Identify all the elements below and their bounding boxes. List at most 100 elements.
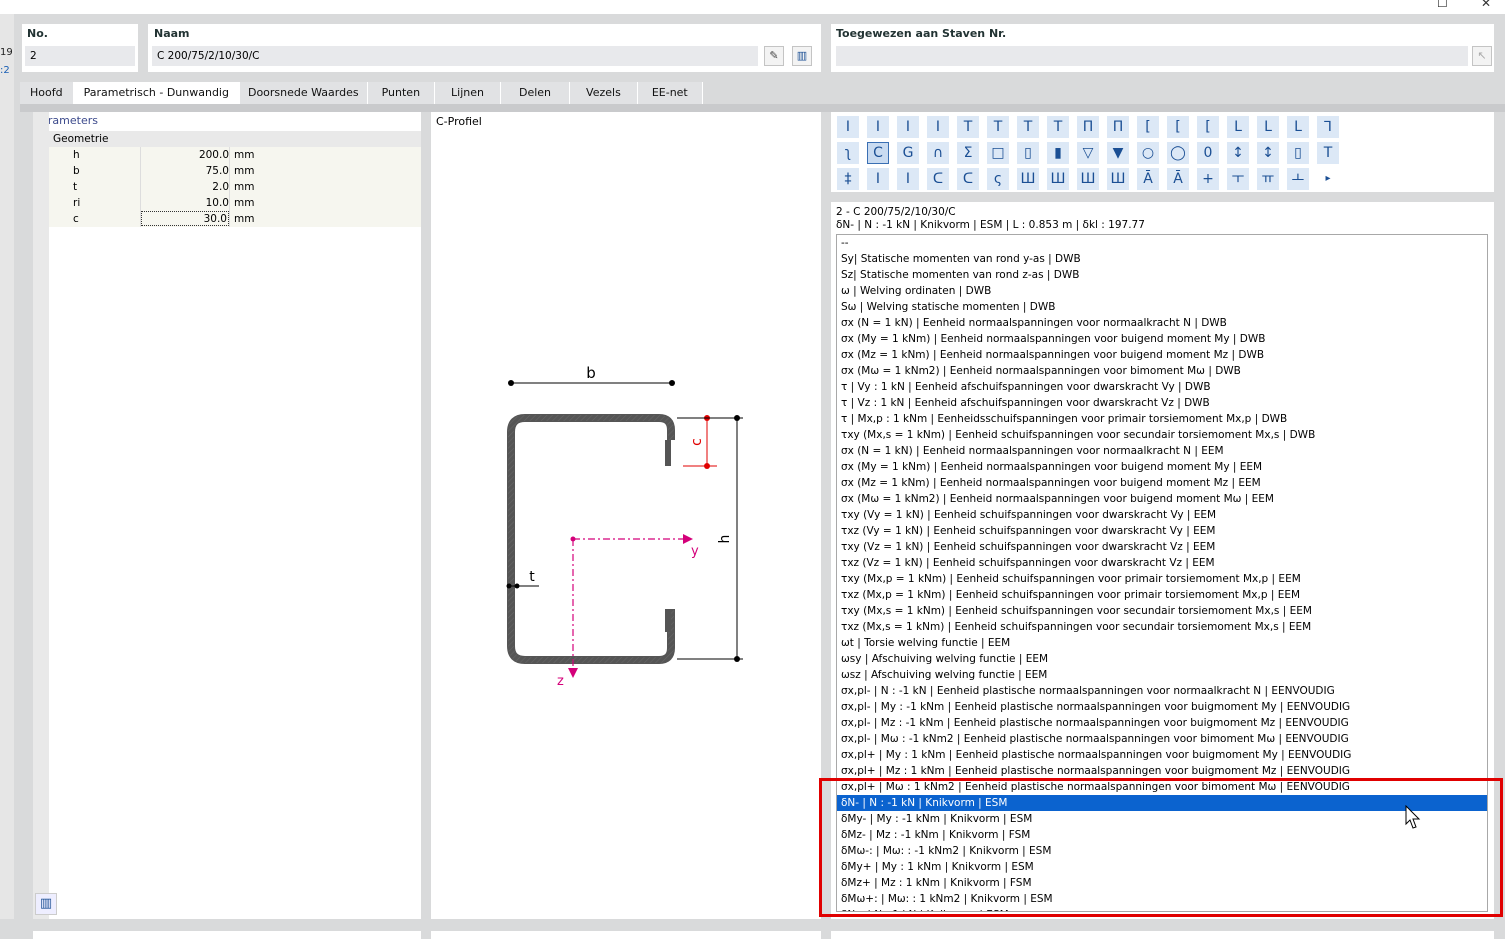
profile-type-icon[interactable]: [: [1167, 116, 1189, 138]
close-icon[interactable]: ✕: [1481, 0, 1491, 10]
profile-type-icon[interactable]: T: [1317, 142, 1339, 164]
profile-type-icon[interactable]: ▮: [1047, 142, 1069, 164]
tab-lijnen[interactable]: Lijnen: [435, 82, 501, 104]
dropdown-option[interactable]: τxz (Vy = 1 kN) | Eenheid schuifspanning…: [837, 523, 1487, 539]
param-value[interactable]: 10.0: [141, 197, 229, 209]
dropdown-option[interactable]: ωsy | Afschuiving welving functie | EEM: [837, 651, 1487, 667]
profile-type-icon[interactable]: Σ: [957, 142, 979, 164]
tab-delen[interactable]: Delen: [501, 82, 571, 104]
dropdown-header[interactable]: 2 - C 200/75/2/10/30/C δN- | N : -1 kN |…: [836, 206, 1145, 232]
profile-type-icon[interactable]: ▽: [1077, 142, 1099, 164]
geometrie-group-row[interactable]: − Geometrie: [33, 131, 421, 147]
dropdown-option[interactable]: τ | Mx,p : 1 kNm | Eenheidsschuifspannin…: [837, 411, 1487, 427]
param-value[interactable]: 75.0: [141, 165, 229, 177]
library-icon[interactable]: ▥: [792, 46, 812, 66]
dropdown-option[interactable]: σx,pl- | Mω : -1 kNm2 | Eenheid plastisc…: [837, 731, 1487, 747]
profile-type-icon[interactable]: □: [987, 142, 1009, 164]
profile-type-icon[interactable]: Ш: [1047, 168, 1069, 190]
profile-type-icon[interactable]: L: [1287, 116, 1309, 138]
profile-type-icon[interactable]: ○: [1137, 142, 1159, 164]
param-value[interactable]: 2.0: [141, 181, 229, 193]
profile-type-icon[interactable]: [: [1137, 116, 1159, 138]
parameter-library-icon[interactable]: ▥: [35, 893, 57, 915]
dropdown-option[interactable]: τxz (Mx,s = 1 kNm) | Eenheid schuifspann…: [837, 619, 1487, 635]
dropdown-option[interactable]: σx (Mz = 1 kNm) | Eenheid normaalspannin…: [837, 347, 1487, 363]
profile-type-icon[interactable]: ㅜ: [1227, 168, 1249, 190]
profile-type-icon[interactable]: ㅠ: [1257, 168, 1279, 190]
tab-parametrisch-dunwandig[interactable]: Parametrisch - Dunwandig: [73, 82, 240, 104]
dropdown-option[interactable]: τxy (Mx,p = 1 kNm) | Eenheid schuifspann…: [837, 571, 1487, 587]
profile-type-icon[interactable]: ᑕ: [957, 168, 979, 190]
profile-type-icon[interactable]: I: [897, 116, 919, 138]
profile-type-icon[interactable]: ↕: [1227, 142, 1249, 164]
dropdown-option[interactable]: τxy (Vy = 1 kN) | Eenheid schuifspanning…: [837, 507, 1487, 523]
dropdown-option[interactable]: σx (N = 1 kN) | Eenheid normaalspanninge…: [837, 443, 1487, 459]
profile-type-icon[interactable]: Π: [1107, 116, 1129, 138]
dropdown-option[interactable]: σx,pl- | N : -1 kN | Eenheid plastische …: [837, 683, 1487, 699]
param-row-c[interactable]: c 30.0 mm: [33, 211, 421, 227]
dropdown-option[interactable]: ωsz | Afschuiving welving functie | EEM: [837, 667, 1487, 683]
profile-type-icon[interactable]: Ш: [1077, 168, 1099, 190]
profile-type-icon[interactable]: T: [957, 116, 979, 138]
tab-punten[interactable]: Punten: [367, 82, 436, 104]
profile-type-icon[interactable]: L: [1227, 116, 1249, 138]
edit-icon[interactable]: ✎: [764, 46, 784, 66]
dropdown-option[interactable]: τxy (Mx,s = 1 kNm) | Eenheid schuifspann…: [837, 603, 1487, 619]
profile-type-icon[interactable]: L: [1257, 116, 1279, 138]
param-row-ri[interactable]: ri 10.0 mm: [33, 195, 421, 211]
profile-type-icon[interactable]: ▸: [1317, 168, 1339, 190]
dropdown-option[interactable]: ω | Welving ordinaten | DWB: [837, 283, 1487, 299]
select-members-icon[interactable]: ↖: [1472, 46, 1492, 66]
profile-type-icon[interactable]: ‡: [837, 168, 859, 190]
profile-type-icon[interactable]: I: [897, 168, 919, 190]
profile-type-icon[interactable]: ↕: [1257, 142, 1279, 164]
profile-type-icon[interactable]: [: [1197, 116, 1219, 138]
profile-type-icon[interactable]: ⅂: [1317, 116, 1339, 138]
dropdown-option[interactable]: Sy| Statische momenten van rond y-as | D…: [837, 251, 1487, 267]
dropdown-option[interactable]: σx (Mz = 1 kNm) | Eenheid normaalspannin…: [837, 475, 1487, 491]
profile-type-icon[interactable]: Π: [1077, 116, 1099, 138]
dropdown-option[interactable]: τxy (Mx,s = 1 kNm) | Eenheid schuifspann…: [837, 427, 1487, 443]
profile-type-icon[interactable]: T: [1047, 116, 1069, 138]
dropdown-option[interactable]: σx (My = 1 kNm) | Eenheid normaalspannin…: [837, 331, 1487, 347]
no-field[interactable]: 2: [25, 46, 135, 66]
profile-type-icon[interactable]: ∩: [927, 142, 949, 164]
naam-field[interactable]: C 200/75/2/10/30/C: [152, 46, 758, 66]
dropdown-option[interactable]: σx (My = 1 kNm) | Eenheid normaalspannin…: [837, 459, 1487, 475]
profile-type-icon[interactable]: T: [987, 116, 1009, 138]
profile-type-icon[interactable]: I: [867, 116, 889, 138]
dropdown-option[interactable]: τ | Vz : 1 kN | Eenheid afschuifspanning…: [837, 395, 1487, 411]
dropdown-option[interactable]: Sω | Welving statische momenten | DWB: [837, 299, 1487, 315]
dropdown-option[interactable]: --: [837, 235, 1487, 251]
profile-type-icon[interactable]: I: [927, 116, 949, 138]
dropdown-option[interactable]: ωt | Torsie welving functie | EEM: [837, 635, 1487, 651]
dropdown-option[interactable]: σx,pl- | My : -1 kNm | Eenheid plastisch…: [837, 699, 1487, 715]
tab-ee-net[interactable]: EE-net: [637, 82, 703, 104]
dropdown-option[interactable]: Sz| Statische momenten van rond z-as | D…: [837, 267, 1487, 283]
param-value[interactable]: 200.0: [141, 149, 229, 161]
param-value[interactable]: 30.0: [141, 211, 229, 226]
profile-type-icon[interactable]: ς: [987, 168, 1009, 190]
profile-type-icon[interactable]: ▯: [1017, 142, 1039, 164]
profile-type-icon[interactable]: ◯: [1167, 142, 1189, 164]
profile-type-icon[interactable]: I: [867, 168, 889, 190]
dropdown-option[interactable]: σx,pl+ | Mz : 1 kNm | Eenheid plastische…: [837, 763, 1487, 779]
param-row-b[interactable]: b 75.0 mm: [33, 163, 421, 179]
dropdown-option[interactable]: τxz (Mx,p = 1 kNm) | Eenheid schuifspann…: [837, 587, 1487, 603]
maximize-icon[interactable]: ☐: [1437, 0, 1448, 10]
profile-type-icon[interactable]: ▯: [1287, 142, 1309, 164]
profile-type-icon[interactable]: C: [867, 142, 889, 164]
profile-type-icon[interactable]: T: [1017, 116, 1039, 138]
toegewezen-field[interactable]: [836, 46, 1468, 66]
dropdown-option[interactable]: σx,pl+ | My : 1 kNm | Eenheid plastische…: [837, 747, 1487, 763]
dropdown-option[interactable]: σx (Mω = 1 kNm2) | Eenheid normaalspanni…: [837, 491, 1487, 507]
profile-type-icon[interactable]: Ā: [1167, 168, 1189, 190]
dropdown-option[interactable]: τxy (Vz = 1 kN) | Eenheid schuifspanning…: [837, 539, 1487, 555]
profile-type-icon[interactable]: G: [897, 142, 919, 164]
dropdown-option[interactable]: σx,pl- | Mz : -1 kNm | Eenheid plastisch…: [837, 715, 1487, 731]
param-row-h[interactable]: h 200.0 mm: [33, 147, 421, 163]
param-row-t[interactable]: t 2.0 mm: [33, 179, 421, 195]
profile-type-icon[interactable]: ʅ: [837, 142, 859, 164]
tab-hoofd[interactable]: Hoofd: [20, 82, 74, 104]
tab-doorsnede-waardes[interactable]: Doorsnede Waardes: [239, 82, 368, 104]
